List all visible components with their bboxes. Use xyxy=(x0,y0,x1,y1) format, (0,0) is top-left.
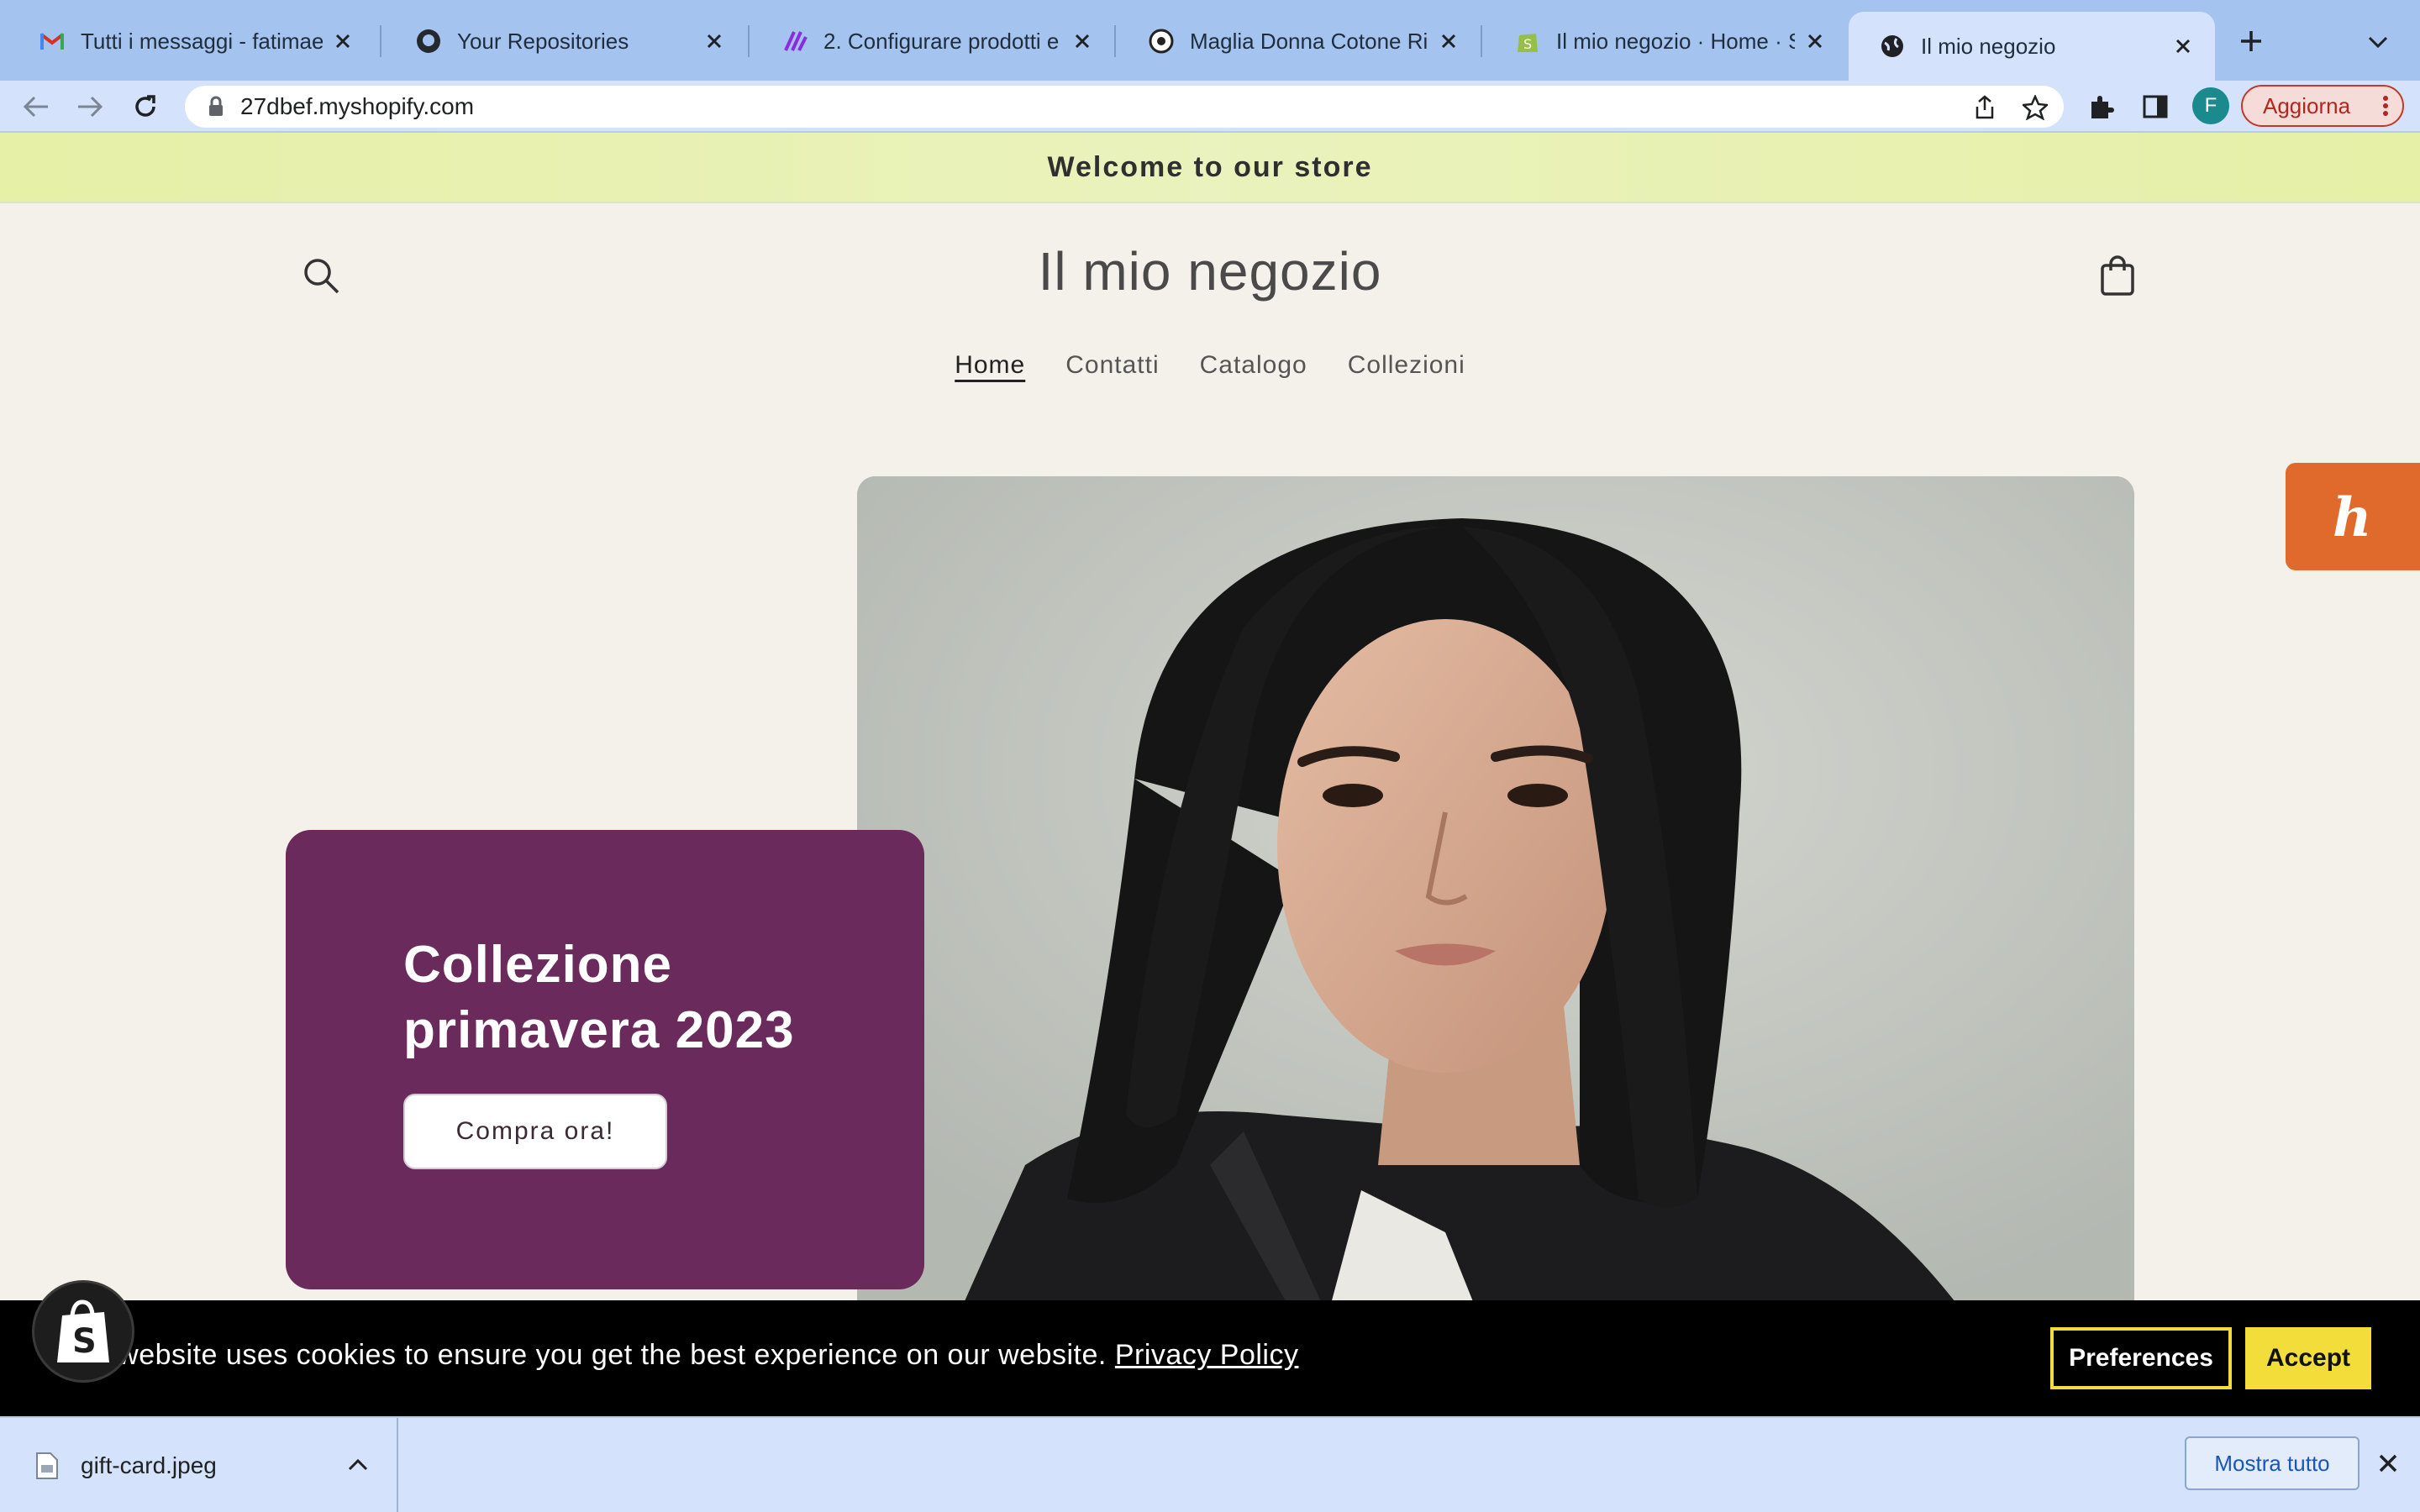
tab-site[interactable]: Maglia Donna Cotone Riger xyxy=(1118,12,1481,71)
close-icon[interactable] xyxy=(1437,29,1460,53)
main-navigation: Home Contatti Catalogo Collezioni xyxy=(0,351,2420,380)
nav-contatti[interactable]: Contatti xyxy=(1065,351,1159,380)
update-button[interactable]: Aggiorna xyxy=(2241,85,2404,127)
close-icon[interactable] xyxy=(2171,34,2195,58)
announcement-bar: Welcome to our store xyxy=(0,133,2420,203)
tab-divider xyxy=(748,25,750,57)
tab-gmail[interactable]: Tutti i messaggi - fatimaelb xyxy=(8,12,375,71)
honey-extension-tab[interactable]: h xyxy=(2286,463,2420,570)
preferences-button[interactable]: Preferences xyxy=(2050,1327,2232,1389)
course-icon xyxy=(781,28,808,55)
shopify-bag-icon[interactable]: S xyxy=(32,1280,134,1383)
tab-title: 2. Configurare prodotti e cc xyxy=(823,28,1062,54)
store-title[interactable]: Il mio negozio xyxy=(0,240,2420,302)
cart-icon[interactable] xyxy=(2097,254,2138,297)
more-vert-icon[interactable] xyxy=(2382,95,2389,117)
nav-home[interactable]: Home xyxy=(955,351,1025,380)
new-tab-plus-icon[interactable] xyxy=(2232,22,2270,60)
profile-avatar[interactable]: F xyxy=(2192,87,2229,124)
reload-icon[interactable] xyxy=(126,87,165,126)
back-arrow-icon[interactable] xyxy=(17,87,55,126)
tab-github[interactable]: Your Repositories xyxy=(385,12,746,71)
download-shelf: gift-card.jpeg Mostra tutto xyxy=(0,1416,2420,1512)
tab-title: Il mio negozio · Home · Sho xyxy=(1556,28,1795,54)
tab-divider xyxy=(380,25,381,57)
site-icon xyxy=(1148,28,1175,55)
tab-title: Tutti i messaggi - fatimaelb xyxy=(81,28,323,54)
tab-title: Il mio negozio xyxy=(1921,33,2056,59)
close-icon[interactable] xyxy=(702,29,726,53)
tab-title: Maglia Donna Cotone Riger xyxy=(1190,28,1428,54)
side-panel-icon[interactable] xyxy=(2136,87,2175,126)
bookmark-star-icon[interactable] xyxy=(2022,94,2049,121)
tab-title: Your Repositories xyxy=(457,28,629,54)
honey-icon: h xyxy=(2333,487,2372,546)
privacy-policy-link[interactable]: Privacy Policy xyxy=(1115,1339,1299,1371)
tab-divider xyxy=(1114,25,1116,57)
address-bar[interactable]: 27dbef.myshopify.com xyxy=(185,86,2064,128)
svg-text:h: h xyxy=(2333,487,2372,546)
cookie-message: This website uses cookies to ensure you … xyxy=(54,1339,1298,1372)
close-icon[interactable] xyxy=(331,29,355,53)
tab-store-active[interactable]: Il mio negozio xyxy=(1849,12,2215,81)
update-label: Aggiorna xyxy=(2263,92,2351,118)
shop-now-button[interactable]: Compra ora! xyxy=(403,1094,667,1169)
tab-divider xyxy=(1481,25,1482,57)
file-icon xyxy=(36,1452,58,1479)
accept-button[interactable]: Accept xyxy=(2245,1327,2371,1389)
lock-icon[interactable] xyxy=(203,94,229,119)
gmail-icon xyxy=(39,28,66,55)
nav-collezioni[interactable]: Collezioni xyxy=(1348,351,1465,380)
browser-toolbar: 27dbef.myshopify.com xyxy=(0,81,2420,133)
close-icon[interactable] xyxy=(1803,29,1827,53)
cookie-banner: This website uses cookies to ensure you … xyxy=(0,1300,2420,1416)
store-header: Il mio negozio Home Contatti Catalogo Co… xyxy=(0,205,2420,423)
cookie-text: This website uses cookies to ensure you … xyxy=(54,1339,1107,1371)
github-icon xyxy=(415,28,442,55)
tab-shopify-admin[interactable]: S Il mio negozio · Home · Sho xyxy=(1484,12,1847,71)
tab-course[interactable]: 2. Configurare prodotti e cc xyxy=(751,12,1114,71)
nav-catalogo[interactable]: Catalogo xyxy=(1200,351,1307,380)
close-icon[interactable] xyxy=(1071,29,1094,53)
forward-arrow-icon[interactable] xyxy=(71,87,109,126)
download-filename: gift-card.jpeg xyxy=(81,1452,217,1478)
share-icon[interactable] xyxy=(1971,94,1998,121)
extensions-puzzle-icon[interactable] xyxy=(2082,87,2121,126)
url-text: 27dbef.myshopify.com xyxy=(240,93,475,119)
shopify-icon: S xyxy=(1514,28,1541,55)
show-all-button[interactable]: Mostra tutto xyxy=(2185,1436,2360,1490)
hero-title: Collezione primavera 2023 xyxy=(403,936,795,1059)
chevron-up-icon[interactable] xyxy=(345,1452,371,1478)
close-icon[interactable] xyxy=(2375,1450,2402,1477)
hero-image xyxy=(857,476,2134,1316)
svg-text:S: S xyxy=(72,1322,97,1361)
download-item[interactable]: gift-card.jpeg xyxy=(0,1418,398,1512)
hero-promo-card: Collezione primavera 2023 Compra ora! xyxy=(286,830,924,1289)
browser-tab-bar: Tutti i messaggi - fatimaelb Your Reposi… xyxy=(0,0,2420,81)
tab-search-chevron-icon[interactable] xyxy=(2361,25,2395,59)
globe-icon xyxy=(1879,33,1906,60)
announcement-text: Welcome to our store xyxy=(1047,150,1373,183)
svg-text:S: S xyxy=(1523,36,1532,52)
